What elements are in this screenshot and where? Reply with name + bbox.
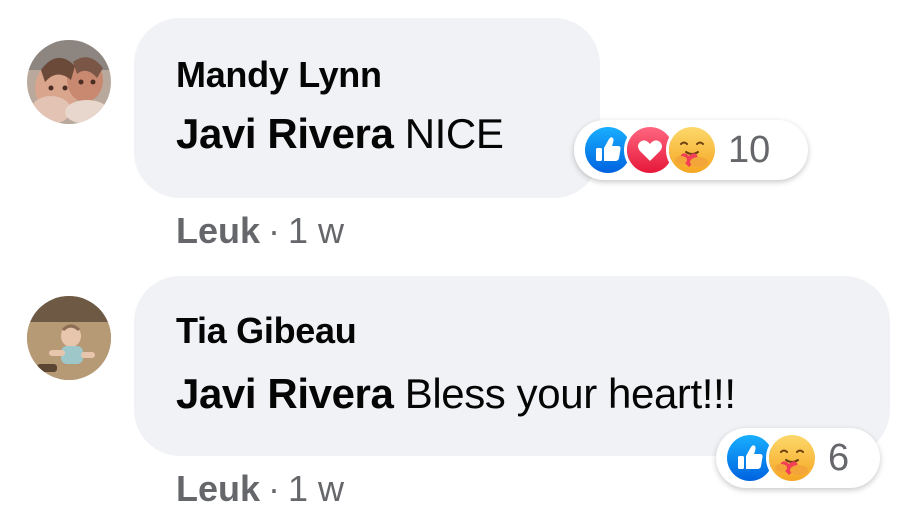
comment-author[interactable]: Mandy Lynn — [176, 54, 382, 96]
mention-link[interactable]: Javi Rivera — [176, 110, 394, 157]
care-icon — [666, 124, 718, 176]
avatar[interactable] — [27, 296, 111, 380]
reactions-summary[interactable]: 10 — [574, 120, 808, 180]
reactions-summary[interactable]: 6 — [716, 428, 880, 488]
care-icon — [766, 432, 818, 484]
mention-link[interactable]: Javi Rivera — [176, 370, 394, 417]
comment-actions: Leuk · 1 w — [176, 210, 344, 252]
comment: Mandy Lynn Javi Rivera NICE 10 Leuk · 1 … — [0, 0, 912, 262]
comment-body: Bless your heart!!! — [393, 370, 736, 417]
avatar[interactable] — [27, 40, 111, 124]
comment-bubble: Mandy Lynn Javi Rivera NICE — [134, 18, 600, 198]
reaction-count: 10 — [728, 128, 771, 171]
comment-actions: Leuk · 1 w — [176, 468, 344, 510]
like-link[interactable]: Leuk — [176, 468, 260, 509]
reaction-count: 6 — [828, 436, 850, 479]
comment-author[interactable]: Tia Gibeau — [176, 310, 357, 352]
comment-body: NICE — [393, 110, 504, 157]
comment-text: Javi Rivera NICE — [176, 110, 504, 158]
separator: · — [268, 210, 281, 251]
comment-timestamp[interactable]: 1 w — [288, 468, 344, 509]
comment: Tia Gibeau Javi Rivera Bless your heart!… — [0, 262, 912, 526]
separator: · — [268, 468, 281, 509]
comment-timestamp[interactable]: 1 w — [288, 210, 344, 251]
like-link[interactable]: Leuk — [176, 210, 260, 251]
comment-text: Javi Rivera Bless your heart!!! — [176, 370, 736, 418]
